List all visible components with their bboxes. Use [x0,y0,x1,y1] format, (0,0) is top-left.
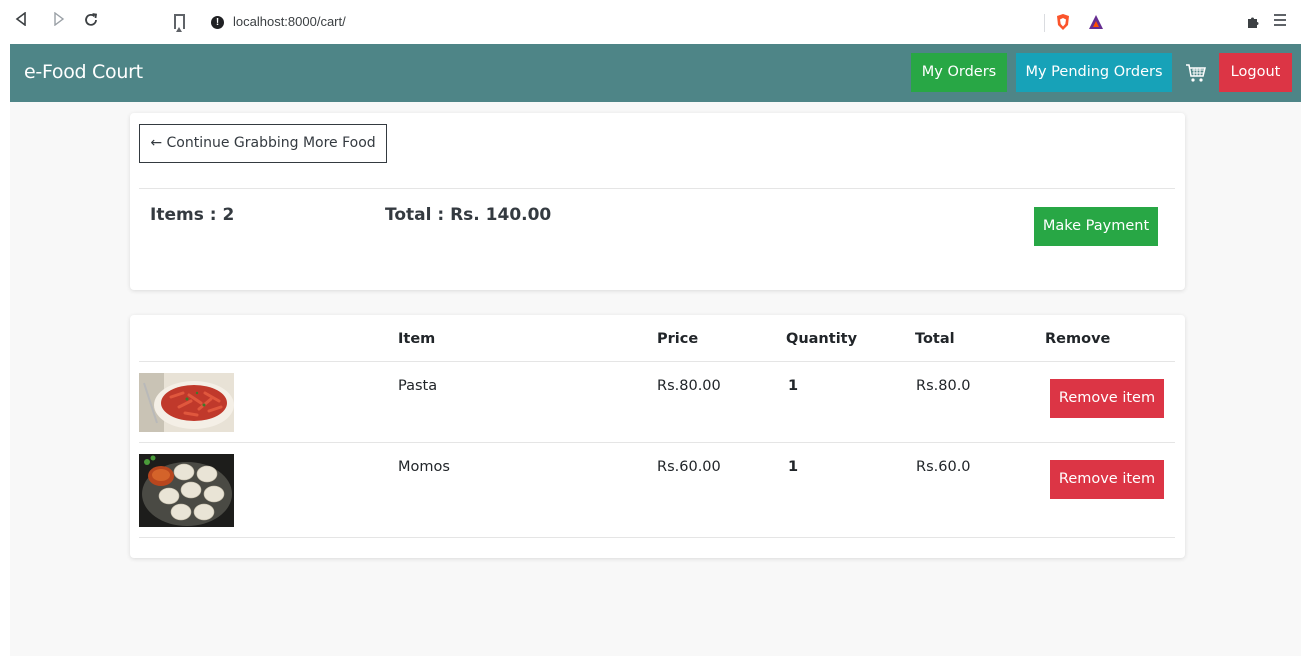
browser-toolbar: ! localhost:8000/cart/ [0,0,1301,44]
remove-item-button[interactable]: Remove item [1050,379,1164,418]
brave-rewards-icon[interactable] [1088,14,1104,30]
column-header-total: Total [915,331,955,347]
items-count: Items : 2 [150,205,235,225]
cart-items-card: Item Price Quantity Total Remove Pasta R… [130,315,1185,558]
bookmark-icon[interactable] [174,14,185,32]
item-price: Rs.60.00 [657,459,721,475]
reload-icon[interactable] [82,12,100,30]
divider [139,188,1175,189]
remove-item-button[interactable]: Remove item [1050,460,1164,499]
cart-total: Total : Rs. 140.00 [385,205,552,225]
back-icon[interactable] [12,11,30,30]
site-info-icon[interactable]: ! [211,16,224,29]
column-header-price: Price [657,331,699,347]
menu-icon[interactable] [1274,14,1286,28]
my-pending-orders-button[interactable]: My Pending Orders [1016,53,1172,92]
row-divider [139,442,1175,443]
item-name: Momos [398,459,450,475]
forward-icon[interactable] [50,11,68,30]
page-content: ← Continue Grabbing More Food Items : 2 … [10,102,1301,656]
url-text[interactable]: localhost:8000/cart/ [233,14,346,29]
toolbar-separator [1044,14,1045,32]
make-payment-button[interactable]: Make Payment [1034,207,1158,246]
column-header-remove: Remove [1045,331,1111,347]
brave-shield-icon[interactable] [1055,13,1071,31]
item-total: Rs.80.0 [916,378,971,394]
app-navbar: e-Food Court My Orders My Pending Orders… [10,44,1301,102]
row-divider [139,537,1175,538]
pasta-image [139,373,234,432]
column-header-quantity: Quantity [786,331,858,347]
item-quantity: 1 [788,378,799,394]
item-quantity: 1 [788,459,799,475]
continue-shopping-button[interactable]: ← Continue Grabbing More Food [139,124,387,163]
my-orders-button[interactable]: My Orders [911,53,1007,92]
item-total: Rs.60.0 [916,459,971,475]
cart-icon[interactable] [1185,63,1207,83]
momos-image [139,454,234,527]
item-price: Rs.80.00 [657,378,721,394]
header-divider [139,361,1175,362]
column-header-item: Item [398,331,436,347]
cart-summary-card: ← Continue Grabbing More Food Items : 2 … [130,113,1185,290]
logout-button[interactable]: Logout [1219,53,1292,92]
extensions-icon[interactable] [1246,15,1260,29]
item-name: Pasta [398,378,438,394]
brand-logo[interactable]: e-Food Court [24,61,143,83]
